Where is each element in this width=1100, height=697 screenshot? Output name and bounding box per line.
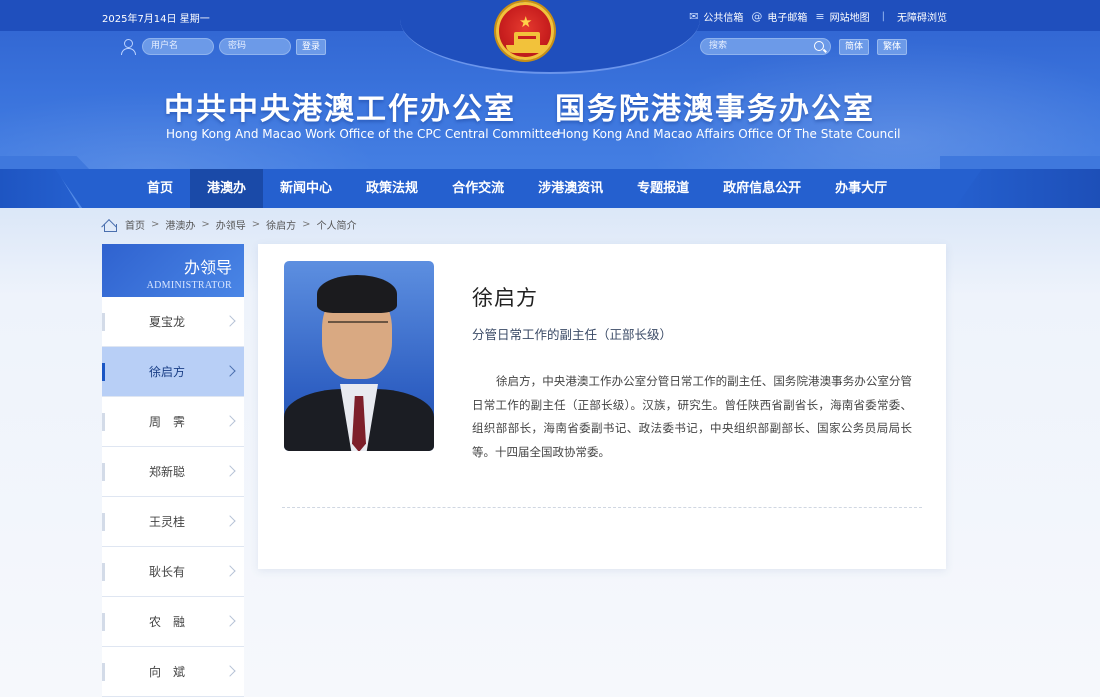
sitemap-link[interactable]: ≡ 网站地图 — [815, 9, 869, 24]
sidebar-item-zhou-ji[interactable]: 周 霁 — [102, 397, 244, 447]
profile-position: 分管日常工作的副主任（正部长级） — [472, 327, 673, 342]
leaders-sidebar: 办领导 ADMINISTRATOR 夏宝龙 徐启方 周 霁 郑新聪 王灵桂 耿长… — [102, 244, 244, 697]
site-title-right: 国务院港澳事务办公室 — [555, 92, 875, 127]
sidebar-item-label: 夏宝龙 — [149, 315, 186, 329]
chevron-right-icon — [224, 565, 236, 577]
sidebar-item-xia-baolong[interactable]: 夏宝龙 — [102, 297, 244, 347]
login-button[interactable]: 登录 — [296, 38, 327, 55]
list-icon: ≡ — [815, 10, 825, 23]
password-input[interactable]: 密码 — [219, 38, 291, 55]
traditional-chinese-button[interactable]: 繁体 — [877, 38, 908, 55]
user-icon — [120, 38, 136, 55]
chevron-right-icon — [224, 315, 236, 327]
email-link[interactable]: @ 电子邮箱 — [751, 9, 807, 24]
site-subtitle-right: Hong Kong And Macao Affairs Office Of Th… — [557, 127, 901, 141]
chevron-right-icon — [224, 465, 236, 477]
sidebar-item-label: 郑新聪 — [149, 465, 186, 479]
search-area: 搜索 简体 繁体 — [700, 38, 908, 55]
chevron-right-icon — [224, 515, 236, 527]
sidebar-item-xiang-bin[interactable]: 向 斌 — [102, 647, 244, 697]
sidebar-item-label: 耿长有 — [149, 565, 186, 579]
site-title-left: 中共中央港澳工作办公室 — [164, 92, 516, 127]
sidebar-item-zheng-xincong[interactable]: 郑新聪 — [102, 447, 244, 497]
breadcrumb-person[interactable]: 徐启方 — [266, 217, 296, 232]
nav-item-hk-macao-office[interactable]: 港澳办 — [190, 169, 264, 209]
sidebar-item-xu-qifang[interactable]: 徐启方 — [102, 347, 244, 397]
accessibility-link[interactable]: 无障碍浏览 — [897, 9, 947, 24]
nav-item-special-reports[interactable]: 专题报道 — [620, 169, 706, 209]
main-nav-band: 首页 港澳办 新闻中心 政策法规 合作交流 涉港澳资讯 专题报道 政府信息公开 … — [0, 156, 1100, 209]
nav-item-hk-macao-info[interactable]: 涉港澳资讯 — [521, 169, 620, 209]
nav-item-policies[interactable]: 政策法规 — [349, 169, 435, 209]
sidebar-header: 办领导 ADMINISTRATOR — [102, 244, 244, 297]
chevron-right-icon — [224, 365, 236, 377]
sidebar-item-nong-rong[interactable]: 农 融 — [102, 597, 244, 647]
profile-card: 徐启方 分管日常工作的副主任（正部长级） 徐启方，中央港澳工作办公室分管日常工作… — [258, 244, 946, 569]
sidebar-item-label: 周 霁 — [149, 415, 186, 429]
search-placeholder: 搜索 — [709, 41, 728, 51]
divider: | — [881, 11, 885, 22]
national-emblem-icon: ★ — [496, 2, 554, 60]
sidebar-item-label: 农 融 — [149, 615, 186, 629]
breadcrumb-office[interactable]: 港澳办 — [165, 217, 195, 232]
mail-icon: ✉ — [689, 10, 699, 23]
chevron-right-icon — [224, 615, 236, 627]
sidebar-item-label: 徐启方 — [149, 365, 186, 379]
top-links: ✉ 公共信箱 @ 电子邮箱 ≡ 网站地图 | 无障碍浏览 — [689, 9, 947, 24]
home-icon[interactable] — [102, 218, 117, 232]
sidebar-item-label: 向 斌 — [149, 665, 186, 679]
breadcrumb-leaders[interactable]: 办领导 — [216, 217, 246, 232]
profile-bio: 徐启方，中央港澳工作办公室分管日常工作的副主任、国务院港澳事务办公室分管日常工作… — [472, 374, 912, 459]
sidebar-item-geng-changyou[interactable]: 耿长有 — [102, 547, 244, 597]
login-form: 用户名 密码 登录 — [120, 38, 327, 55]
chevron-right-icon — [224, 415, 236, 427]
sidebar-item-wang-linggui[interactable]: 王灵桂 — [102, 497, 244, 547]
nav-item-news[interactable]: 新闻中心 — [263, 169, 349, 209]
site-subtitle-left: Hong Kong And Macao Work Office of the C… — [166, 127, 559, 141]
username-input[interactable]: 用户名 — [142, 38, 214, 55]
public-mailbox-link[interactable]: ✉ 公共信箱 — [689, 9, 743, 24]
breadcrumb-current: 个人简介 — [316, 221, 357, 232]
sitemap-label: 网站地图 — [829, 13, 870, 24]
main-nav: 首页 港澳办 新闻中心 政策法规 合作交流 涉港澳资讯 专题报道 政府信息公开 … — [55, 169, 982, 209]
email-label: 电子邮箱 — [767, 13, 808, 24]
nav-item-home[interactable]: 首页 — [130, 169, 190, 209]
nav-item-gov-info[interactable]: 政府信息公开 — [706, 169, 818, 209]
search-icon[interactable] — [814, 41, 824, 51]
sidebar-subtitle: ADMINISTRATOR — [146, 280, 232, 291]
nav-item-service-hall[interactable]: 办事大厅 — [818, 169, 904, 209]
at-icon: @ — [751, 10, 763, 23]
chevron-right-icon — [224, 665, 236, 677]
sidebar-title: 办领导 — [183, 258, 232, 277]
search-input[interactable]: 搜索 — [700, 38, 831, 55]
nav-item-cooperation[interactable]: 合作交流 — [435, 169, 521, 209]
public-mailbox-label: 公共信箱 — [703, 13, 744, 24]
simplified-chinese-button[interactable]: 简体 — [839, 38, 870, 55]
profile-name: 徐启方 — [472, 286, 538, 310]
portrait-photo — [284, 261, 434, 451]
breadcrumb-home[interactable]: 首页 — [125, 217, 145, 232]
sidebar-item-label: 王灵桂 — [149, 515, 186, 529]
content-divider — [282, 507, 922, 508]
breadcrumb: 首页 > 港澳办 > 办领导 > 徐启方 > 个人简介 — [102, 217, 357, 232]
current-date: 2025年7月14日 星期一 — [102, 14, 210, 25]
